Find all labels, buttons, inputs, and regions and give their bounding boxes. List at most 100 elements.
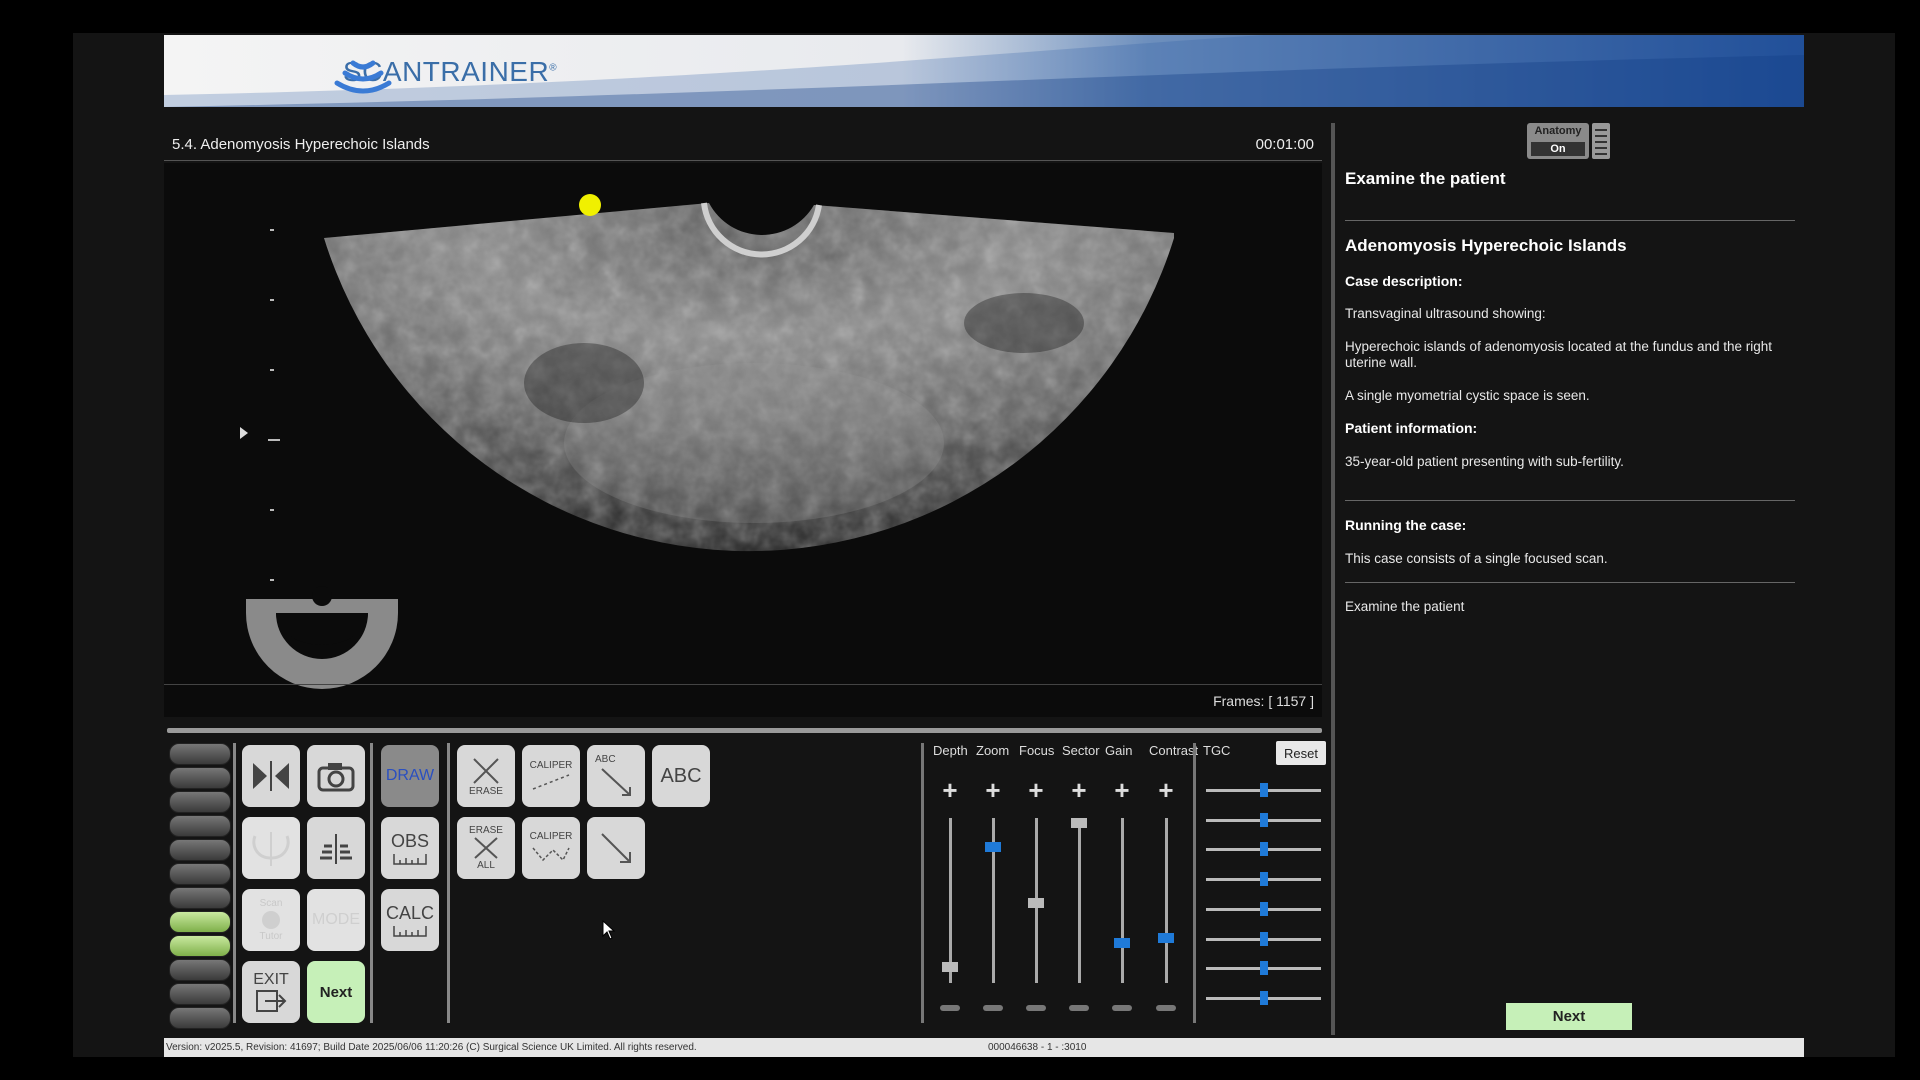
mode-button[interactable]: MODE bbox=[307, 889, 365, 951]
gain-decrease-button[interactable] bbox=[1112, 1005, 1132, 1011]
depth-slider-track[interactable] bbox=[949, 818, 952, 983]
instruction-heading: Examine the patient bbox=[1345, 169, 1506, 188]
preset-pill[interactable] bbox=[169, 791, 231, 813]
preset-pill[interactable] bbox=[169, 887, 231, 909]
patient-info-heading: Patient information: bbox=[1345, 420, 1478, 436]
caliper-trace-button[interactable]: CALIPER bbox=[522, 817, 580, 879]
tgc-slider-knob[interactable] bbox=[1259, 901, 1268, 916]
focus-increase-button[interactable]: + bbox=[1026, 775, 1046, 806]
depth-slider-knob[interactable] bbox=[942, 962, 958, 972]
next-tool-button[interactable]: Next bbox=[307, 961, 365, 1023]
contrast-slider-knob[interactable] bbox=[1158, 933, 1174, 944]
slider-label-focus: Focus bbox=[1019, 743, 1055, 758]
text-annotation-button[interactable]: ABC bbox=[652, 745, 710, 807]
preset-pill[interactable] bbox=[169, 767, 231, 789]
description-line: Hyperechoic islands of adenomyosis locat… bbox=[1345, 339, 1773, 370]
case-title: 5.4. Adenomyosis Hyperechoic Islands bbox=[172, 136, 430, 153]
dual-view-icon bbox=[252, 832, 290, 866]
description-line: Transvaginal ultrasound showing: bbox=[1345, 306, 1546, 321]
zoom-increase-button[interactable]: + bbox=[983, 775, 1003, 806]
running-heading: Running the case: bbox=[1345, 517, 1467, 533]
menu-icon[interactable] bbox=[1592, 123, 1610, 159]
preset-pill-active[interactable] bbox=[169, 911, 231, 933]
diagonal-arrow-icon bbox=[601, 767, 631, 796]
slider-separator bbox=[921, 743, 924, 1023]
compare-icon bbox=[320, 834, 352, 864]
preset-pill[interactable] bbox=[169, 983, 231, 1005]
tgc-slider-knob[interactable] bbox=[1259, 961, 1268, 976]
contrast-increase-button[interactable]: + bbox=[1156, 775, 1176, 806]
camera-icon bbox=[317, 763, 355, 792]
gain-slider-knob[interactable] bbox=[1114, 938, 1130, 948]
preset-pill[interactable] bbox=[169, 815, 231, 837]
draw-button[interactable]: DRAW bbox=[381, 745, 439, 807]
tgc-slider-knob[interactable] bbox=[1259, 783, 1268, 797]
ultrasound-viewport[interactable] bbox=[164, 163, 1322, 717]
tgc-slider-knob[interactable] bbox=[1259, 872, 1268, 887]
scantrainer-logo-icon bbox=[334, 60, 392, 94]
reset-button[interactable]: Reset bbox=[1276, 741, 1326, 765]
ruler-icon bbox=[393, 925, 427, 937]
focus-slider-knob[interactable] bbox=[1028, 898, 1044, 908]
next-button[interactable]: Next bbox=[1506, 1003, 1632, 1030]
depth-decrease-button[interactable] bbox=[940, 1005, 960, 1011]
caliper-trace-icon bbox=[532, 847, 570, 861]
tgc-slider-knob[interactable] bbox=[1259, 842, 1268, 857]
anatomy-toggle[interactable]: Anatomy On bbox=[1527, 123, 1589, 159]
flip-image-button[interactable] bbox=[242, 745, 300, 807]
preset-pill[interactable] bbox=[169, 1007, 231, 1029]
ultrasound-image bbox=[240, 194, 1174, 689]
zoom-slider-knob[interactable] bbox=[985, 842, 1001, 852]
focus-decrease-button[interactable] bbox=[1026, 1005, 1046, 1011]
preset-pill[interactable] bbox=[169, 863, 231, 885]
patient-info-text: 35-year-old patient presenting with sub-… bbox=[1345, 454, 1624, 469]
mouse-cursor-icon bbox=[602, 920, 616, 940]
arrow-button[interactable] bbox=[587, 817, 645, 879]
gain-increase-button[interactable]: + bbox=[1112, 775, 1132, 806]
tgc-slider-knob[interactable] bbox=[1259, 812, 1268, 827]
focus-pointer-icon bbox=[240, 427, 248, 439]
ruler-icon bbox=[393, 853, 427, 865]
erase-all-button[interactable]: ERASE ALL bbox=[457, 817, 515, 879]
toolbar-separator bbox=[447, 743, 450, 1023]
tgc-label: TGC bbox=[1203, 743, 1231, 758]
version-text: Version: v2025.5, Revision: 41697; Build… bbox=[166, 1042, 697, 1053]
sector-slider-knob[interactable] bbox=[1071, 818, 1087, 828]
scan-tutor-button[interactable]: Scan Tutor bbox=[242, 889, 300, 951]
zoom-decrease-button[interactable] bbox=[983, 1005, 1003, 1011]
tgc-slider-knob[interactable] bbox=[1259, 990, 1268, 1005]
preset-pill-active[interactable] bbox=[169, 935, 231, 957]
frames-bar: Frames: [ 1157 ] bbox=[164, 684, 1322, 715]
preset-pill[interactable] bbox=[169, 743, 231, 765]
split-view-button[interactable] bbox=[242, 817, 300, 879]
sector-slider-track[interactable] bbox=[1078, 818, 1081, 983]
exit-button[interactable]: EXIT bbox=[242, 961, 300, 1023]
running-text: This case consists of a single focused s… bbox=[1345, 551, 1608, 566]
case-heading: Adenomyosis Hyperechoic Islands bbox=[1345, 236, 1627, 255]
tgc-slider-knob[interactable] bbox=[1259, 931, 1268, 946]
sector-decrease-button[interactable] bbox=[1069, 1005, 1089, 1011]
preset-pill[interactable] bbox=[169, 959, 231, 981]
depth-increase-button[interactable]: + bbox=[940, 775, 960, 806]
divider bbox=[1345, 582, 1795, 583]
gain-slider-track[interactable] bbox=[1121, 818, 1124, 983]
snapshot-button[interactable] bbox=[307, 745, 365, 807]
contrast-slider-track[interactable] bbox=[1165, 818, 1168, 983]
erase-button[interactable]: ERASE bbox=[457, 745, 515, 807]
description-line: A single myometrial cystic space is seen… bbox=[1345, 388, 1590, 403]
obs-button[interactable]: OBS bbox=[381, 817, 439, 879]
contrast-decrease-button[interactable] bbox=[1156, 1005, 1176, 1011]
caliper-line-button[interactable]: CALIPER bbox=[522, 745, 580, 807]
erase-all-x-icon bbox=[474, 837, 498, 859]
tutor-icon bbox=[262, 911, 280, 929]
divider bbox=[1345, 500, 1795, 501]
sector-increase-button[interactable]: + bbox=[1069, 775, 1089, 806]
slider-label-zoom: Zoom bbox=[976, 743, 1010, 758]
preset-pill[interactable] bbox=[169, 839, 231, 861]
compare-view-button[interactable] bbox=[307, 817, 365, 879]
frames-counter: Frames: [ 1157 ] bbox=[1213, 693, 1314, 709]
calc-button[interactable]: CALC bbox=[381, 889, 439, 951]
text-arrow-button[interactable]: ABC bbox=[587, 745, 645, 807]
case-description-heading: Case description: bbox=[1345, 273, 1463, 289]
cine-progress-bar[interactable] bbox=[167, 728, 1322, 733]
